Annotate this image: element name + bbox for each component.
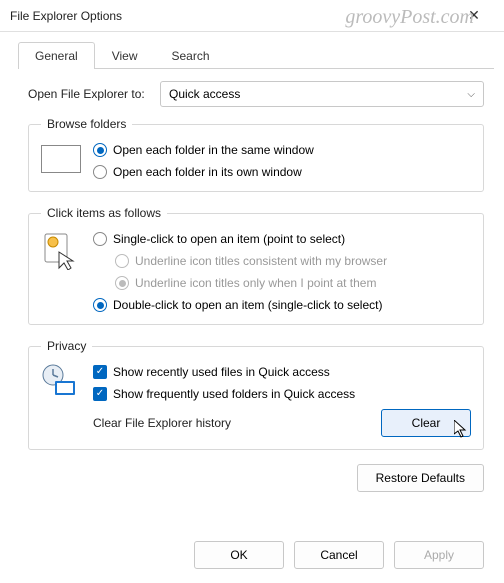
- checkbox-frequent-folders-label: Show frequently used folders in Quick ac…: [113, 387, 355, 401]
- tab-view[interactable]: View: [95, 42, 155, 69]
- tab-strip: General View Search: [18, 42, 494, 69]
- clear-button[interactable]: Clear: [381, 409, 471, 437]
- cancel-button[interactable]: Cancel: [294, 541, 384, 569]
- tab-general[interactable]: General: [18, 42, 95, 69]
- browse-legend: Browse folders: [41, 117, 132, 131]
- titlebar: File Explorer Options ✕: [0, 0, 504, 32]
- click-pointer-icon: [41, 230, 81, 270]
- cancel-label: Cancel: [320, 548, 357, 562]
- checkbox-recent-files-label: Show recently used files in Quick access: [113, 365, 330, 379]
- ok-button[interactable]: OK: [194, 541, 284, 569]
- restore-defaults-button[interactable]: Restore Defaults: [357, 464, 484, 492]
- checkbox-recent-files[interactable]: [93, 365, 107, 379]
- window-title: File Explorer Options: [10, 9, 454, 23]
- radio-underline-point: [115, 276, 129, 290]
- radio-own-window-label: Open each folder in its own window: [113, 165, 302, 179]
- radio-own-window[interactable]: [93, 165, 107, 179]
- close-icon[interactable]: ✕: [454, 7, 494, 24]
- restore-defaults-label: Restore Defaults: [376, 471, 465, 485]
- dialog-footer: OK Cancel Apply: [194, 541, 484, 569]
- tab-search[interactable]: Search: [155, 42, 227, 69]
- privacy-legend: Privacy: [41, 339, 92, 353]
- chevron-down-icon: ⌵: [467, 89, 475, 100]
- browse-folders-group: Browse folders Open each folder in the s…: [28, 117, 484, 192]
- open-to-row: Open File Explorer to: Quick access ⌵: [28, 81, 484, 107]
- open-to-value: Quick access: [169, 87, 240, 101]
- radio-double-click-label: Double-click to open an item (single-cli…: [113, 298, 382, 312]
- radio-same-window-label: Open each folder in the same window: [113, 143, 314, 157]
- checkbox-frequent-folders[interactable]: [93, 387, 107, 401]
- click-items-group: Click items as follows Single-click to o…: [28, 206, 484, 325]
- open-to-select[interactable]: Quick access ⌵: [160, 81, 484, 107]
- folder-window-icon: [41, 141, 81, 173]
- apply-button: Apply: [394, 541, 484, 569]
- open-to-label: Open File Explorer to:: [28, 87, 160, 101]
- cursor-icon: [454, 420, 466, 436]
- radio-underline-browser-label: Underline icon titles consistent with my…: [135, 254, 387, 268]
- radio-single-click-label: Single-click to open an item (point to s…: [113, 232, 345, 246]
- tab-content: Open File Explorer to: Quick access ⌵ Br…: [0, 69, 504, 450]
- radio-underline-browser: [115, 254, 129, 268]
- radio-same-window[interactable]: [93, 143, 107, 157]
- radio-underline-point-label: Underline icon titles only when I point …: [135, 276, 376, 290]
- clock-folder-icon: [41, 363, 81, 399]
- apply-label: Apply: [424, 548, 454, 562]
- ok-label: OK: [230, 548, 247, 562]
- privacy-group: Privacy Show recently used files in Quic…: [28, 339, 484, 450]
- click-legend: Click items as follows: [41, 206, 167, 220]
- radio-double-click[interactable]: [93, 298, 107, 312]
- clear-history-label: Clear File Explorer history: [93, 416, 381, 430]
- radio-single-click[interactable]: [93, 232, 107, 246]
- clear-button-label: Clear: [412, 416, 441, 430]
